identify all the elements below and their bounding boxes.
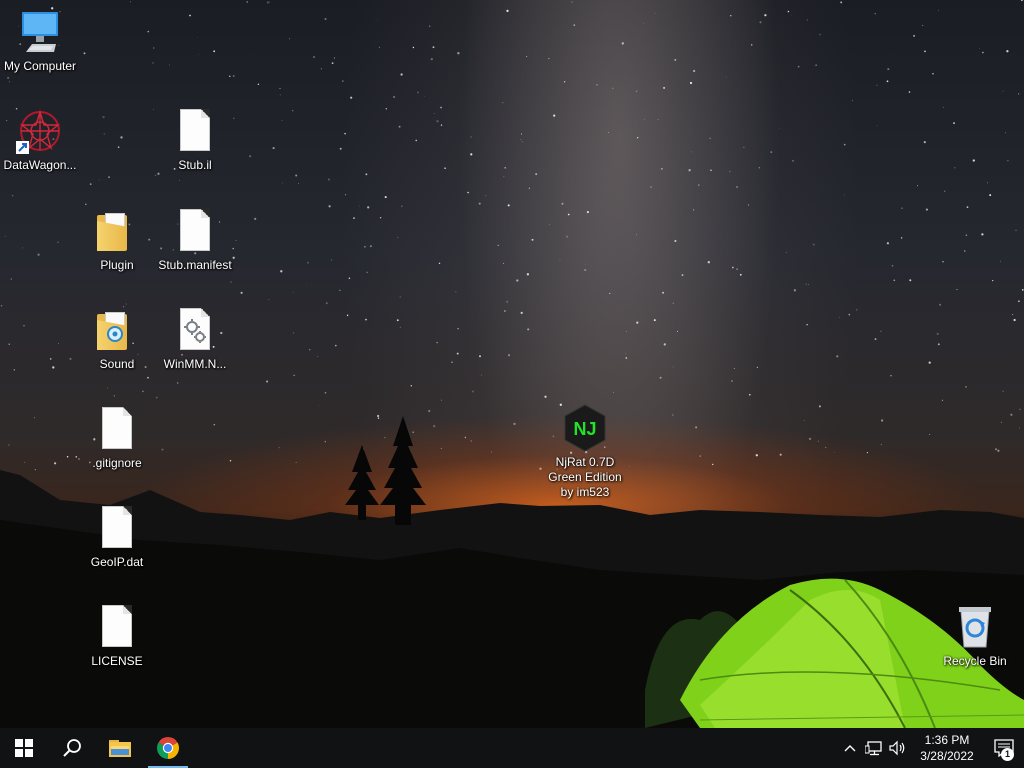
clock-date: 3/28/2022 bbox=[920, 749, 974, 763]
desktop-icon-label: DataWagon... bbox=[3, 158, 77, 172]
desktop-icon-license[interactable]: LICENSE bbox=[77, 603, 157, 669]
desktop-wallpaper: My Computer DataWagon... Plugin Sound .g… bbox=[0, 0, 1024, 728]
desktop-icon-label: Plugin bbox=[100, 258, 134, 272]
folder-icon bbox=[93, 207, 141, 255]
start-button[interactable] bbox=[0, 728, 48, 768]
tray-clock[interactable]: 1:36 PM 3/28/2022 bbox=[910, 732, 984, 764]
tray-network[interactable] bbox=[862, 728, 886, 768]
desktop-icon-label: LICENSE bbox=[91, 654, 143, 668]
file-icon bbox=[93, 603, 141, 651]
notification-count-badge: 1 bbox=[1001, 748, 1014, 761]
desktop-icon-njrat[interactable]: NJ NjRat 0.7D Green Edition by im523 bbox=[545, 404, 625, 500]
search-icon bbox=[63, 739, 81, 757]
chrome-icon bbox=[157, 737, 179, 759]
taskbar: 1:36 PM 3/28/2022 1 bbox=[0, 728, 1024, 768]
desktop-icon-label: My Computer bbox=[3, 59, 77, 73]
tray-overflow-button[interactable] bbox=[838, 728, 862, 768]
search-button[interactable] bbox=[48, 728, 96, 768]
desktop-icon-plugin[interactable]: Plugin bbox=[77, 207, 157, 273]
action-center-button[interactable]: 1 bbox=[984, 728, 1024, 768]
computer-icon bbox=[16, 8, 64, 56]
windows-logo-icon bbox=[15, 739, 33, 757]
desktop-icon-label: WinMM.N... bbox=[163, 357, 227, 371]
desktop-icon-label: .gitignore bbox=[92, 456, 142, 470]
desktop-icon-label: Recycle Bin bbox=[943, 654, 1007, 668]
taskbar-chrome[interactable] bbox=[144, 728, 192, 768]
desktop-icon-label: NjRat 0.7D Green Edition by im523 bbox=[548, 455, 622, 499]
file-icon bbox=[93, 504, 141, 552]
njrat-logo-icon: NJ bbox=[561, 404, 609, 452]
datawagon-icon bbox=[16, 107, 64, 155]
desktop-icon-gitignore[interactable]: .gitignore bbox=[77, 405, 157, 471]
tray-volume[interactable] bbox=[886, 728, 910, 768]
desktop-icon-label: GeoIP.dat bbox=[90, 555, 144, 569]
desktop-icon-stub-manifest[interactable]: Stub.manifest bbox=[155, 207, 235, 273]
network-icon bbox=[865, 741, 882, 756]
desktop-icon-stub-il[interactable]: Stub.il bbox=[155, 107, 235, 173]
desktop-icon-datawagon[interactable]: DataWagon... bbox=[0, 107, 80, 173]
desktop-icon-label: Stub.il bbox=[178, 158, 212, 172]
file-icon bbox=[93, 405, 141, 453]
desktop-icon-sound[interactable]: Sound bbox=[77, 306, 157, 372]
folder-music-icon bbox=[93, 306, 141, 354]
file-icon bbox=[171, 107, 219, 155]
desktop-icon-winmm[interactable]: WinMM.N... bbox=[155, 306, 235, 372]
speaker-icon bbox=[889, 740, 905, 756]
desktop-icon-geoip[interactable]: GeoIP.dat bbox=[77, 504, 157, 570]
clock-time: 1:36 PM bbox=[924, 733, 970, 747]
settings-file-icon bbox=[171, 306, 219, 354]
chevron-up-icon bbox=[844, 745, 856, 752]
desktop-icon-label: Sound bbox=[99, 357, 135, 371]
system-tray: 1:36 PM 3/28/2022 1 bbox=[838, 728, 1024, 768]
desktop-icon-label: Stub.manifest bbox=[158, 258, 232, 272]
file-icon bbox=[171, 207, 219, 255]
recycle-bin-icon bbox=[951, 603, 999, 651]
desktop-icon-my-computer[interactable]: My Computer bbox=[0, 8, 80, 74]
file-explorer-icon bbox=[109, 740, 131, 757]
desktop-icon-recycle-bin[interactable]: Recycle Bin bbox=[935, 603, 1015, 669]
taskbar-file-explorer[interactable] bbox=[96, 728, 144, 768]
njrat-logo-text: NJ bbox=[573, 419, 596, 439]
